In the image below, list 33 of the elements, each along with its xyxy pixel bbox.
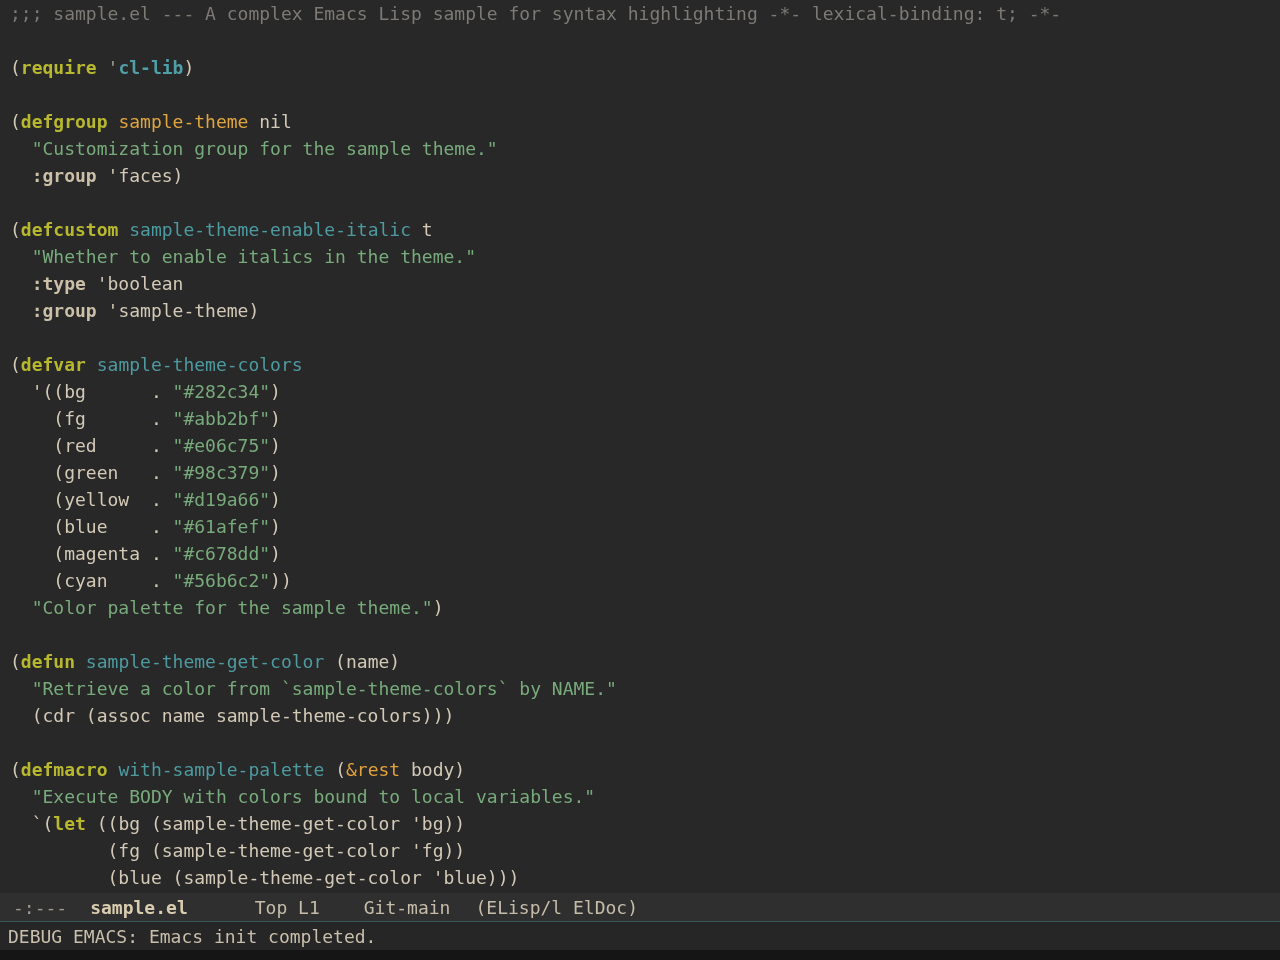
- code-line: (fg . "#abb2bf"): [53, 408, 281, 429]
- code-line: (fg (sample-theme-get-color 'fg)): [107, 840, 466, 861]
- code-line: (require 'cl-lib): [10, 57, 195, 78]
- code-line: "Execute BODY with colors bound to local variables.": [31, 786, 596, 807]
- code-line: "Retrieve a color from `sample-theme-colors` by NAME.": [31, 678, 617, 699]
- code-line: (blue (sample-theme-get-color 'blue))): [107, 867, 520, 888]
- code-line: (green . "#98c379"): [53, 462, 281, 483]
- vc-branch: Git-main: [363, 896, 451, 918]
- code-line: :type 'boolean: [31, 273, 184, 294]
- code-line: "Whether to enable italics in the theme.": [31, 246, 476, 267]
- cursor-position: Top L1: [254, 896, 320, 918]
- code-line: (magenta . "#c678dd"): [53, 543, 281, 564]
- echo-message: DEBUG EMACS: Emacs init completed.: [8, 925, 377, 947]
- code-line: (red . "#e06c75"): [53, 435, 281, 456]
- code-line: :group 'sample-theme): [31, 300, 260, 321]
- code-line: (defmacro with-sample-palette (&rest body): [10, 759, 466, 780]
- code-line: (defun sample-theme-get-color (name): [10, 651, 401, 672]
- buffer-name: sample.el: [90, 896, 188, 918]
- major-mode: (ELisp/l ElDoc): [475, 896, 639, 918]
- code-line: (defcustom sample-theme-enable-italic t: [10, 219, 433, 240]
- code-line: (blue . "#61afef"): [53, 516, 281, 537]
- code-line: (cdr (assoc name sample-theme-colors))): [31, 705, 455, 726]
- code-line: `(let ((bg (sample-theme-get-color 'bg)): [31, 813, 466, 834]
- code-line: "Customization group for the sample theme.": [31, 138, 498, 159]
- code-line: (defgroup sample-theme nil: [10, 111, 292, 132]
- code-line: (cyan . "#56b6c2")): [53, 570, 292, 591]
- code-line: :group 'faces): [31, 165, 184, 186]
- code-line: "Color palette for the sample theme."): [31, 597, 444, 618]
- code-line: '((bg . "#282c34"): [31, 381, 281, 402]
- code-line: (yellow . "#d19a66"): [53, 489, 281, 510]
- buffer-status: -:---: [13, 896, 68, 918]
- code-line: (defvar sample-theme-colors: [10, 354, 303, 375]
- code-line: ;;; sample.el --- A complex Emacs Lisp sample for syntax highlighting -*- lexical-binding: t; -*-: [10, 3, 1062, 24]
